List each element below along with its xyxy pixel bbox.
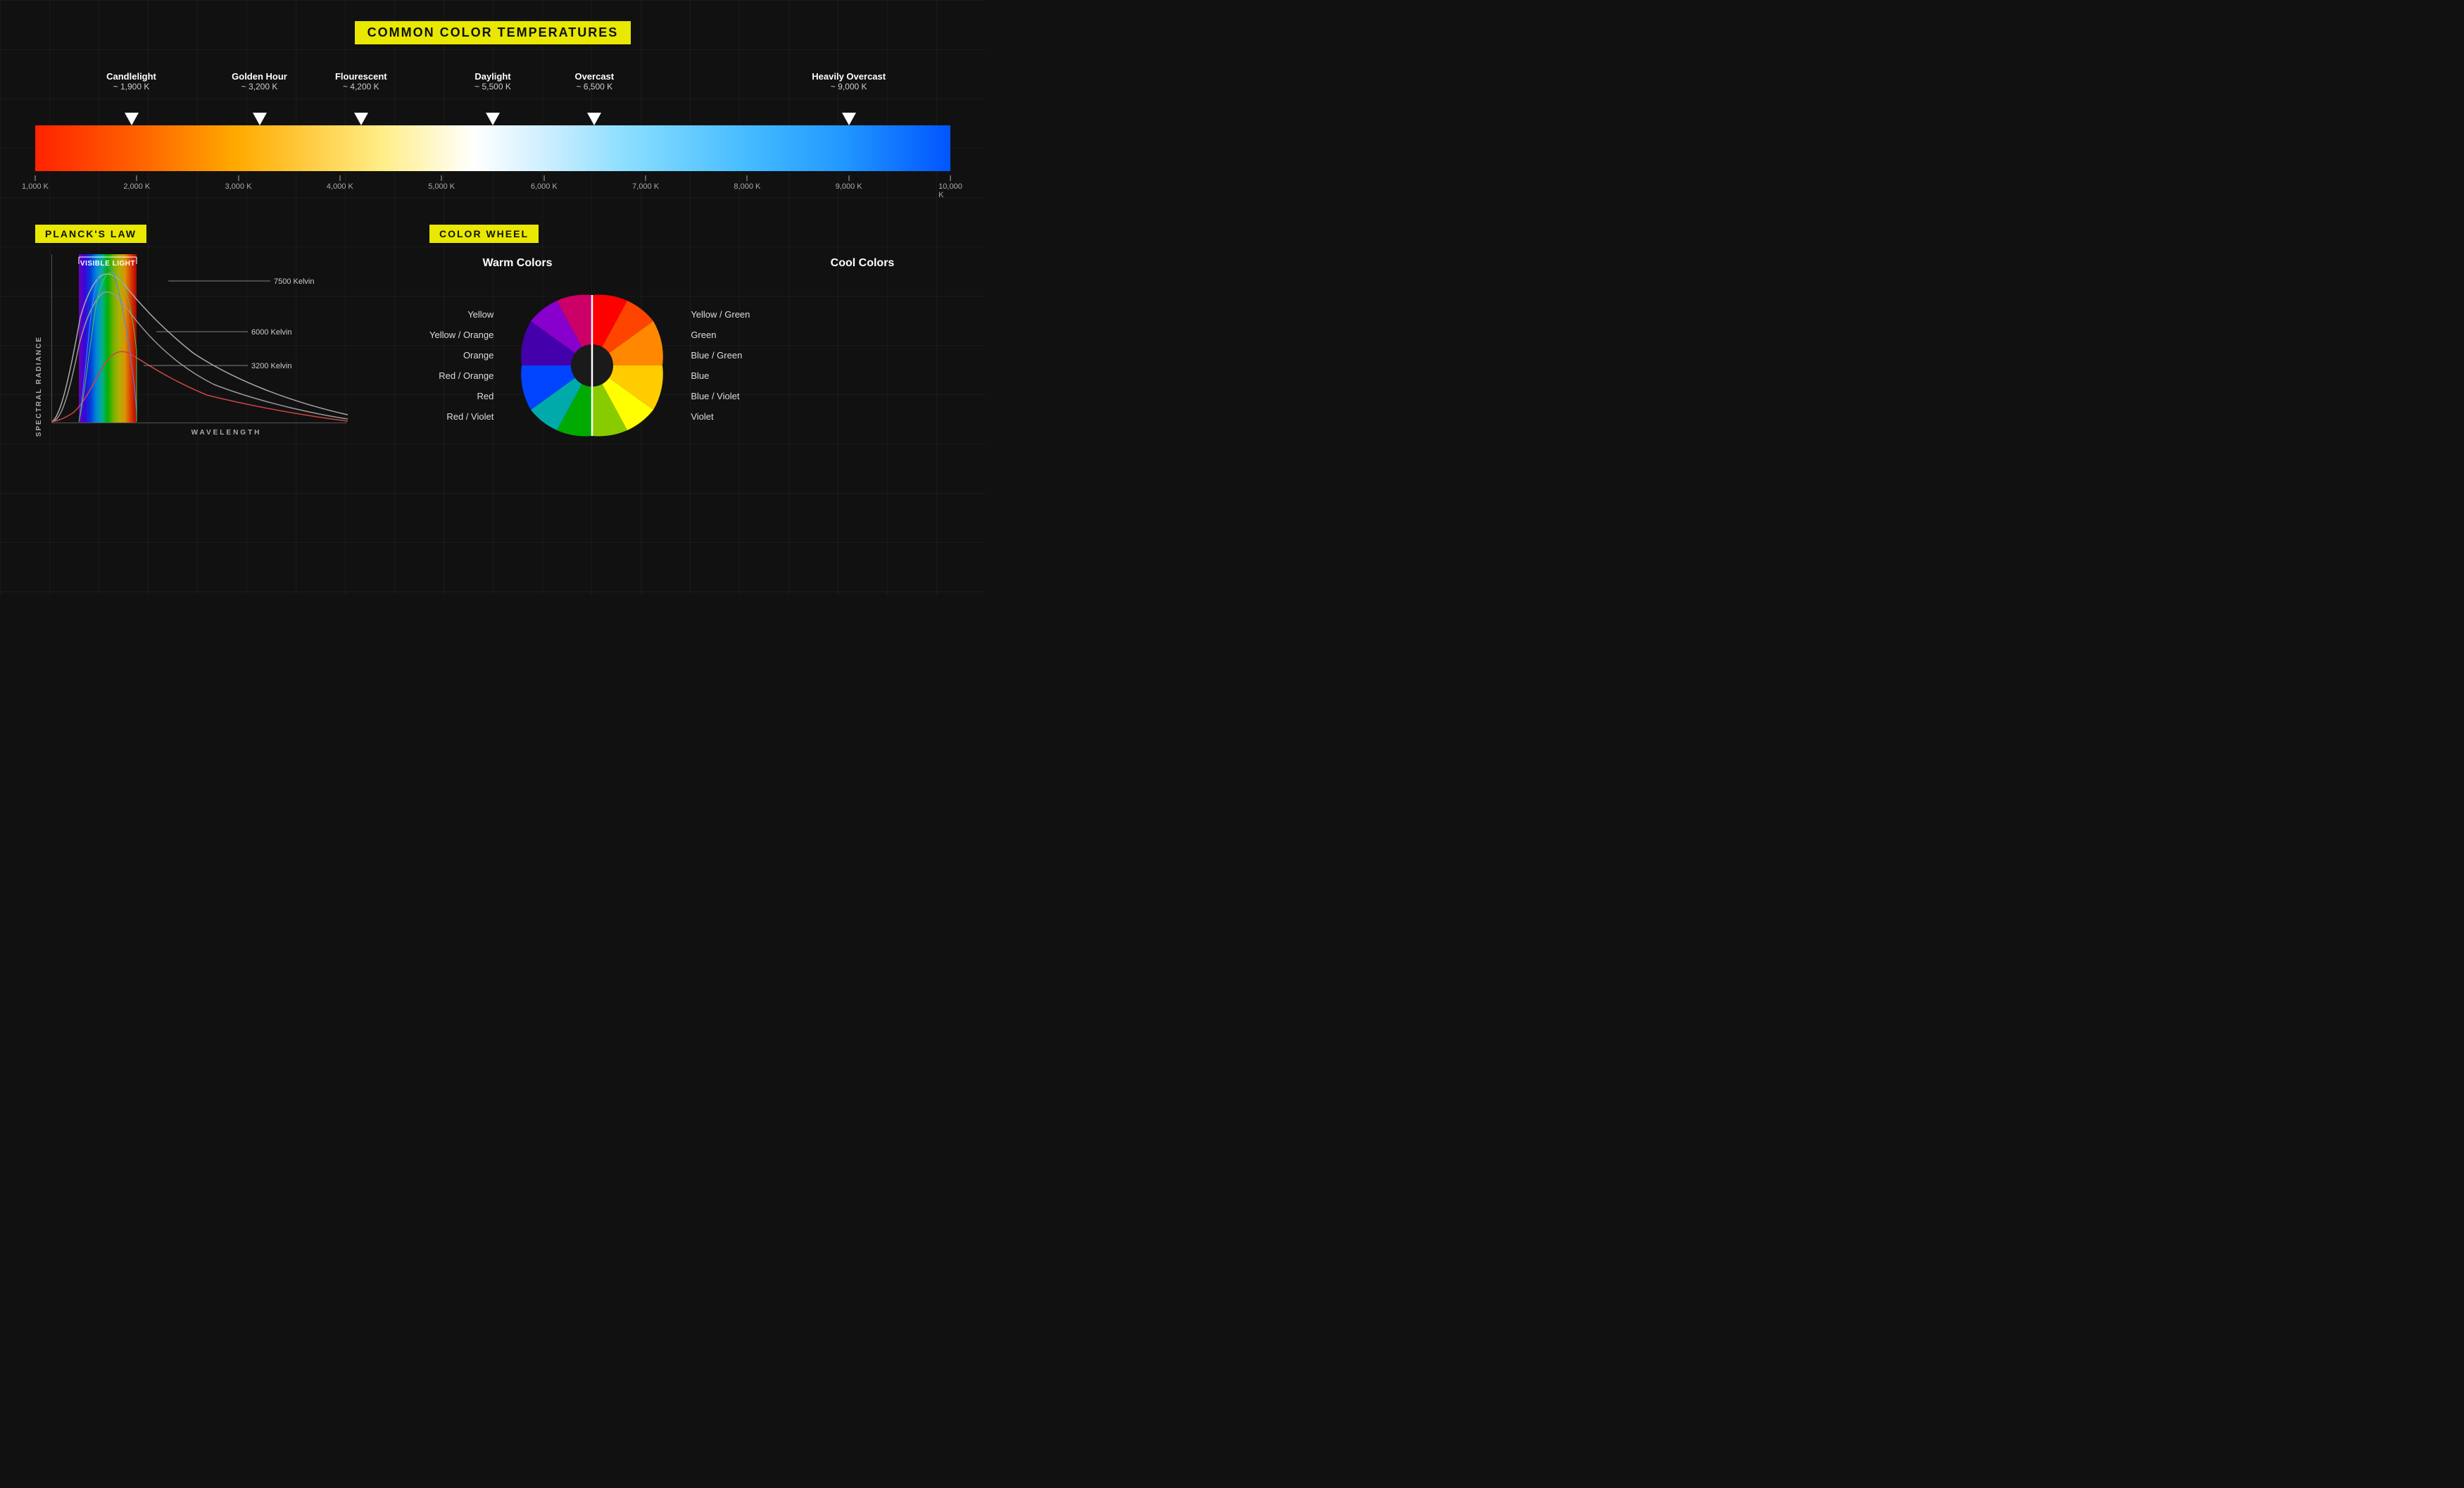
color-temperature-bar <box>35 125 950 171</box>
warm-labels: Yellow Yellow / Orange Orange Red / Oran… <box>429 309 494 422</box>
scale-7000k: 7,000 K <box>632 182 659 191</box>
cool-blue: Blue <box>691 370 709 381</box>
label-daylight: Daylight ~ 5,500 K <box>474 71 511 92</box>
cool-yellow-green: Yellow / Green <box>691 309 750 320</box>
triangle-daylight <box>486 113 500 125</box>
y-axis-label: SPECTRAL RADIANCE <box>35 336 43 437</box>
planck-chart-wrap: SPECTRAL RADIANCE VISIBLE LIGHT <box>35 254 401 437</box>
tick-10000k <box>950 175 951 181</box>
curve-7500k <box>52 274 348 422</box>
label-overcast: Overcast ~ 6,500 K <box>574 71 614 92</box>
cool-green: Green <box>691 330 716 340</box>
scale-9000k: 9,000 K <box>836 182 862 191</box>
triangle-candlelight <box>125 113 139 125</box>
color-wheel-section: COLOR WHEEL Warm Colors Cool Colors Yell… <box>429 225 950 450</box>
label-flourescent: Flourescent ~ 4,200 K <box>335 71 387 92</box>
curve-7500k-label: 7500 Kelvin <box>274 277 315 286</box>
warm-red-orange: Red / Orange <box>439 370 494 381</box>
bottom-section: PLANCK'S LAW SPECTRAL RADIANCE VISIBLE L… <box>35 225 950 450</box>
planck-curves-svg: 7500 Kelvin 6000 Kelvin 3200 Kelvin <box>52 254 347 423</box>
planck-chart: VISIBLE LIGHT <box>51 254 347 423</box>
triangle-overcast <box>587 113 601 125</box>
cool-violet: Violet <box>691 411 713 422</box>
triangle-heavily-overcast <box>842 113 856 125</box>
warm-red: Red <box>477 391 494 401</box>
warm-yellow: Yellow <box>467 309 494 320</box>
page-container: COMMON COLOR TEMPERATURES Candlelight ~ … <box>0 0 986 471</box>
tick-3000k <box>238 175 239 181</box>
color-wheel-svg <box>508 281 677 450</box>
cool-labels: Yellow / Green Green Blue / Green Blue B… <box>691 309 750 422</box>
tick-6000k <box>543 175 544 181</box>
triangles-row <box>35 113 950 125</box>
temp-labels: Candlelight ~ 1,900 K Golden Hour ~ 3,20… <box>35 71 950 110</box>
scale-6000k: 6,000 K <box>531 182 558 191</box>
curve-3200k <box>52 351 348 422</box>
scale-5000k: 5,000 K <box>428 182 455 191</box>
triangle-golden-hour <box>253 113 267 125</box>
scale-labels: 1,000 K 2,000 K 3,000 K 4,000 K 5,000 K … <box>35 175 950 204</box>
label-candlelight: Candlelight ~ 1,900 K <box>106 71 156 92</box>
tick-9000k <box>848 175 849 181</box>
tick-5000k <box>441 175 442 181</box>
color-wheel-wrap <box>508 281 677 450</box>
color-wheel-container: Yellow Yellow / Orange Orange Red / Oran… <box>429 281 950 450</box>
plancks-section: PLANCK'S LAW SPECTRAL RADIANCE VISIBLE L… <box>35 225 401 450</box>
warm-red-violet: Red / Violet <box>446 411 494 422</box>
tick-8000k <box>747 175 748 181</box>
scale-1000k: 1,000 K <box>22 182 49 191</box>
warm-yellow-orange: Yellow / Orange <box>429 330 494 340</box>
tick-1000k <box>35 175 36 181</box>
scale-3000k: 3,000 K <box>225 182 252 191</box>
scale-10000k: 10,000 K <box>938 182 962 199</box>
scale-8000k: 8,000 K <box>734 182 760 191</box>
label-heavily-overcast: Heavily Overcast ~ 9,000 K <box>812 71 886 92</box>
cool-blue-violet: Blue / Violet <box>691 391 739 401</box>
main-title: COMMON COLOR TEMPERATURES <box>355 21 631 44</box>
plancks-badge: PLANCK'S LAW <box>35 225 146 243</box>
x-axis-label: WAVELENGTH <box>51 429 401 437</box>
cool-colors-header: Cool Colors <box>774 257 950 270</box>
scale-4000k: 4,000 K <box>327 182 353 191</box>
curve-3200k-label: 3200 Kelvin <box>251 362 292 370</box>
warm-orange: Orange <box>463 350 494 361</box>
cool-blue-green: Blue / Green <box>691 350 742 361</box>
triangle-flourescent <box>354 113 368 125</box>
color-wheel-badge: COLOR WHEEL <box>429 225 539 243</box>
curve-6000k-label: 6000 Kelvin <box>251 328 292 337</box>
warm-colors-header: Warm Colors <box>429 257 605 270</box>
tick-4000k <box>339 175 340 181</box>
scale-2000k: 2,000 K <box>123 182 150 191</box>
top-section: COMMON COLOR TEMPERATURES Candlelight ~ … <box>35 21 950 204</box>
label-golden-hour: Golden Hour ~ 3,200 K <box>232 71 287 92</box>
